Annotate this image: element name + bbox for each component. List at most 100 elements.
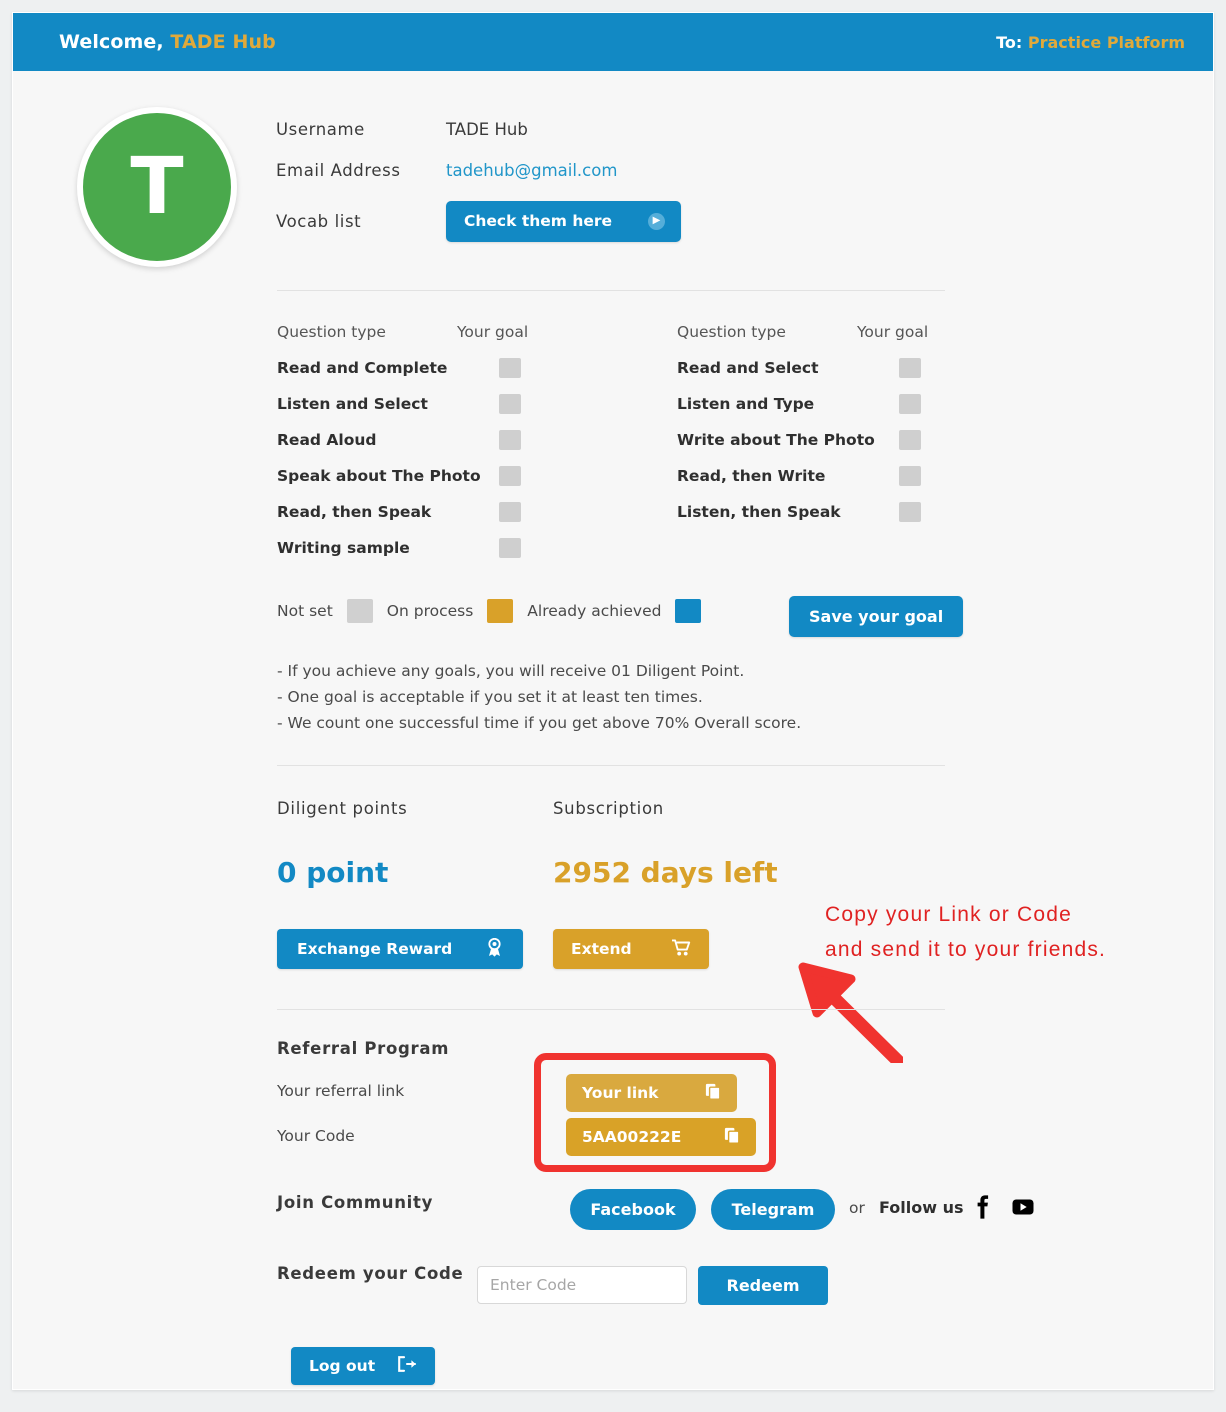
follow-us-text: Follow us [879,1198,964,1217]
logout-label: Log out [309,1357,376,1375]
extend-label: Extend [571,940,632,958]
referral-heading: Referral Program [277,1039,450,1058]
goals-section: Question type Your goal Read and Complet… [277,323,957,566]
referral-link-label: Your referral link [277,1082,405,1100]
goal-row: Speak about The Photo [277,458,677,494]
goal-row: Write about The Photo [677,422,957,458]
username-row: Username TADE Hub [276,109,976,150]
email-value[interactable]: tadehub@gmail.com [446,161,617,180]
platform-indicator: To: Practice Platform [996,33,1185,52]
goal-checkbox[interactable] [899,502,921,522]
email-label: Email Address [276,161,401,180]
goal-checkbox[interactable] [899,466,921,486]
check-vocab-button[interactable]: Check them here ▶ [446,200,682,242]
goal-notes: - If you achieve any goals, you will rec… [277,658,801,736]
profile-info: Username TADE Hub Email Address tadehub@… [276,109,976,251]
goal-legend: Not set On process Already achieved [277,599,715,623]
goal-name: Listen, then Speak [677,503,841,521]
copy-referral-code-button[interactable]: 5AA00222E [566,1118,756,1156]
goals-header-right: Question type Your goal [677,323,957,341]
divider-top [277,290,945,291]
username-value: TADE Hub [446,120,528,139]
qtype-header-right: Question type [677,323,786,341]
qtype-header-left: Question type [277,323,386,341]
subscription-value: 2952 days left [553,856,778,889]
goal-name: Read Aloud [277,431,377,449]
subscription-label: Subscription [553,799,664,818]
award-icon [486,937,503,961]
logout-button[interactable]: Log out [291,1347,435,1385]
goal-name: Listen and Type [677,395,815,413]
goal-header-right: Your goal [857,323,929,341]
redeem-button[interactable]: Redeem [698,1266,828,1305]
goal-checkbox[interactable] [899,358,921,378]
goal-checkbox[interactable] [899,394,921,414]
referral-link-button-label: Your link [582,1084,659,1102]
goal-row: Listen and Type [677,386,957,422]
legend-swatch-achieved [675,599,702,623]
goal-name: Speak about The Photo [277,467,481,485]
chevron-right-icon: ▶ [648,212,666,230]
goal-name: Writing sample [277,539,410,557]
goal-name: Listen and Select [277,395,428,413]
goal-row: Read, then Write [677,458,957,494]
avatar: T [77,107,237,267]
goal-checkbox[interactable] [899,430,921,450]
to-label: To: [996,32,1023,52]
extend-subscription-button[interactable]: Extend [553,929,709,969]
goal-row: Writing sample [277,530,677,566]
goal-name: Read and Complete [277,359,448,377]
email-row: Email Address tadehub@gmail.com [276,150,976,191]
goal-note: - We count one successful time if you ge… [277,714,802,732]
page-header: Welcome, TADE Hub To: Practice Platform [13,13,1213,71]
facebook-button-label: Facebook [590,1200,676,1219]
telegram-button-label: Telegram [731,1200,815,1219]
goal-row: Read and Complete [277,350,677,386]
facebook-community-button[interactable]: Facebook [570,1189,696,1230]
header-username: TADE Hub [170,31,276,53]
goal-checkbox[interactable] [499,394,521,414]
save-goal-label: Save your goal [809,607,944,626]
platform-name: Practice Platform [1027,32,1185,52]
vocab-row: Vocab list Check them here ▶ [276,191,976,251]
welcome-text: Welcome, TADE Hub [59,31,276,53]
legend-swatch-on-process [487,599,514,623]
facebook-icon[interactable] [976,1195,990,1223]
copy-icon [724,1127,740,1148]
redeem-code-input[interactable] [477,1266,687,1304]
goal-checkbox[interactable] [499,358,521,378]
goal-checkbox[interactable] [499,538,521,558]
username-label: Username [276,120,365,139]
goals-header-left: Question type Your goal [277,323,677,341]
goals-column-left: Question type Your goal Read and Complet… [277,323,677,566]
check-vocab-label: Check them here [464,212,613,230]
goal-checkbox[interactable] [499,502,521,522]
community-heading: Join Community [277,1193,434,1212]
redeem-heading: Redeem your Code [277,1264,464,1283]
diligent-points-label: Diligent points [277,799,408,818]
goal-checkbox[interactable] [499,430,521,450]
copy-referral-link-button[interactable]: Your link [566,1074,737,1112]
goal-row: Listen, then Speak [677,494,957,530]
legend-achieved-label: Already achieved [527,602,662,620]
redeem-button-label: Redeem [726,1276,800,1295]
cart-icon [671,938,691,960]
goal-checkbox[interactable] [499,466,521,486]
logout-icon [397,1356,417,1376]
save-goal-button[interactable]: Save your goal [789,596,964,637]
exchange-reward-label: Exchange Reward [297,940,453,958]
goal-note: - If you achieve any goals, you will rec… [277,662,745,680]
telegram-community-button[interactable]: Telegram [711,1189,835,1230]
legend-on-process-label: On process [386,602,474,620]
youtube-icon[interactable] [1012,1198,1034,1220]
exchange-reward-button[interactable]: Exchange Reward [277,929,523,969]
legend-not-set-label: Not set [277,602,333,620]
legend-swatch-not-set [346,599,373,623]
avatar-initial: T [130,142,184,232]
annotation-arrow-icon [773,953,905,1068]
copy-icon [705,1083,721,1104]
or-text: or [849,1199,865,1217]
goal-row: Read Aloud [277,422,677,458]
welcome-prefix: Welcome, [59,31,164,53]
goal-header-left: Your goal [457,323,529,341]
